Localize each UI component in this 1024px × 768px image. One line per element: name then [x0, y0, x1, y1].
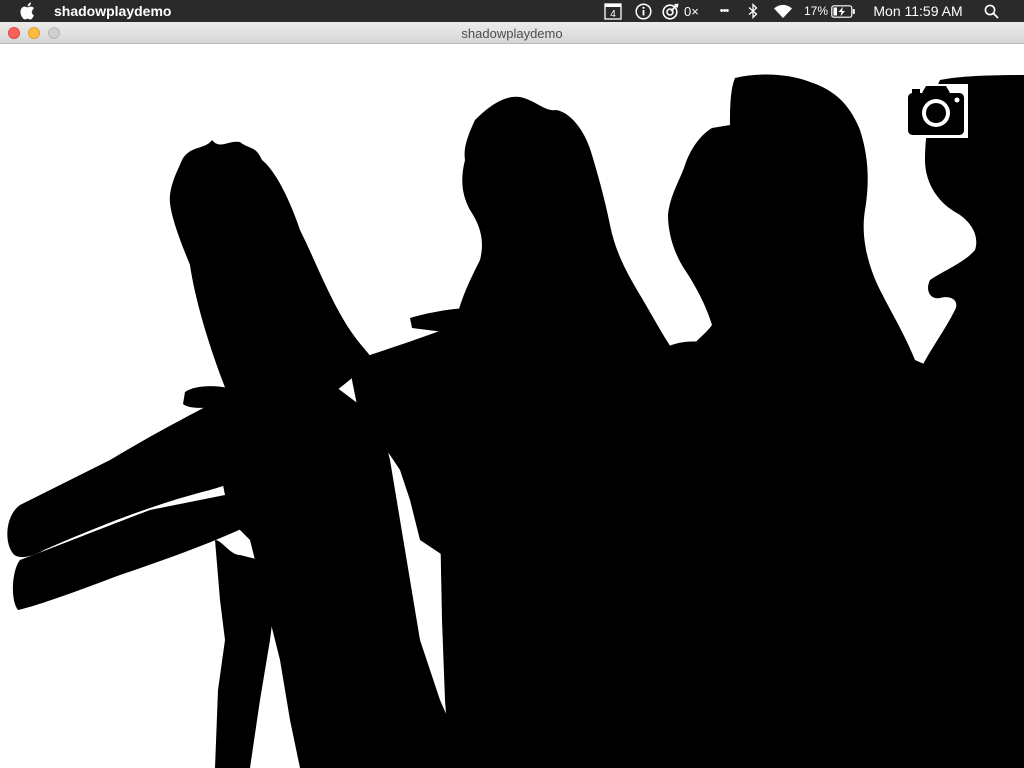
apple-logo-icon[interactable]: [19, 2, 35, 20]
menu-clock[interactable]: Mon 11:59 AM: [866, 0, 970, 22]
camera-icon: [904, 84, 968, 138]
spotlight-search-icon[interactable]: [982, 0, 1000, 22]
info-icon[interactable]: [634, 0, 652, 22]
more-items-icon[interactable]: •••: [714, 0, 734, 22]
bluetooth-icon[interactable]: [746, 0, 760, 22]
wifi-icon[interactable]: [771, 0, 795, 22]
window-titlebar: shadowplaydemo: [0, 22, 1024, 44]
counter-text: 0×: [684, 3, 699, 19]
battery-percent[interactable]: 17%: [804, 0, 828, 22]
counter-status-item[interactable]: 0×: [662, 0, 702, 22]
menu-bar: shadowplaydemo 4 0× ••• 17% Mon 11:59 AM: [0, 0, 1024, 22]
silhouette-left-arm: [183, 386, 228, 408]
window-title: shadowplaydemo: [461, 26, 563, 41]
app-menu-name[interactable]: shadowplaydemo: [54, 3, 171, 19]
target-icon: [662, 3, 679, 20]
calendar-day: 4: [610, 9, 616, 20]
silhouette-right-arm: [665, 341, 712, 390]
shadow-canvas: [0, 44, 1024, 768]
battery-charging-icon[interactable]: [830, 0, 856, 22]
calendar-icon[interactable]: 4: [603, 0, 623, 22]
silhouette-layer: [7, 74, 1024, 768]
silhouette-far-right: [900, 75, 1024, 768]
silhouette-middle-arm: [410, 308, 480, 333]
camera-button[interactable]: [904, 84, 968, 138]
